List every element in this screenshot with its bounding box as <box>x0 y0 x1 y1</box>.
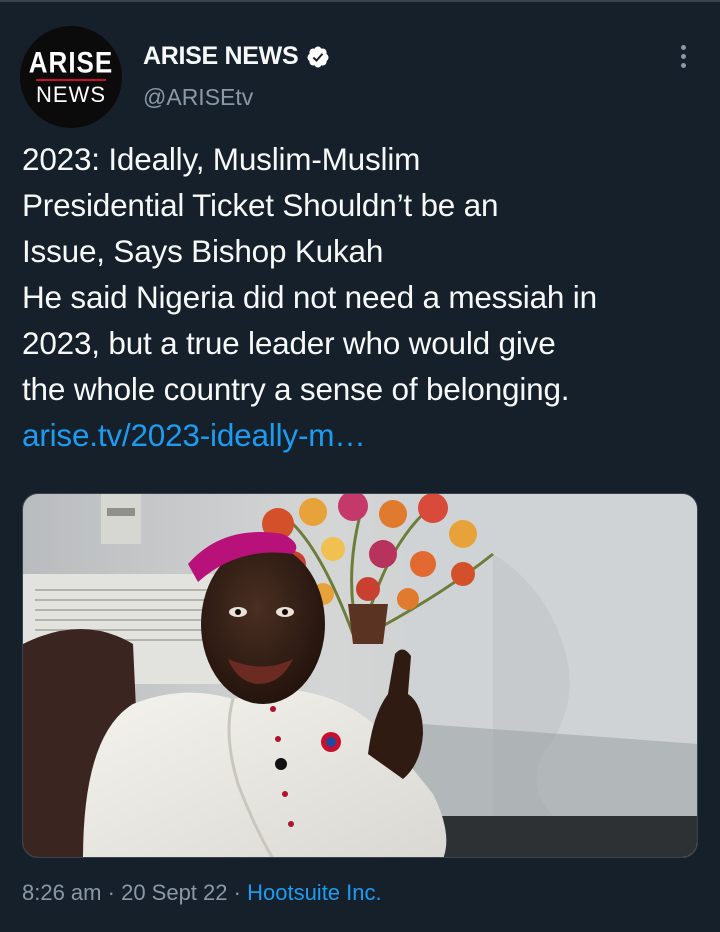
tweet-media-image[interactable] <box>22 493 698 858</box>
tweet-line: Issue, Says Bishop Kukah <box>22 233 384 269</box>
more-dot <box>680 62 686 68</box>
tweet-source[interactable]: Hootsuite Inc. <box>247 880 382 905</box>
meta-separator: · <box>233 880 241 905</box>
tweet-line: 2023, but a true leader who would give <box>22 325 556 361</box>
tweet-line: He said Nigeria did not need a messiah i… <box>22 279 597 315</box>
tweet-line: the whole country a sense of belonging. <box>22 371 570 407</box>
avatar-logo-top: ARISE <box>28 44 114 79</box>
photo-bishop <box>23 494 697 857</box>
tweet-text: 2023: Ideally, Muslim-Muslim Presidentia… <box>22 136 712 458</box>
more-dot <box>680 44 686 50</box>
more-options-icon[interactable] <box>670 40 696 72</box>
tweet-line: Presidential Ticket Shouldn’t be an <box>22 187 499 223</box>
avatar[interactable]: ARISE NEWS <box>20 26 122 128</box>
tweet-date[interactable]: 20 Sept 22 <box>121 880 227 905</box>
verified-badge-icon <box>307 46 329 67</box>
account-handle[interactable]: @ARISEtv <box>143 84 253 111</box>
meta-separator: · <box>107 880 115 905</box>
tweet-time[interactable]: 8:26 am <box>22 880 102 905</box>
tweet-meta: 8:26 am · 20 Sept 22 · Hootsuite Inc. <box>22 880 382 906</box>
avatar-logo-bottom: NEWS <box>36 81 106 107</box>
tweet-line: 2023: Ideally, Muslim-Muslim <box>22 141 421 177</box>
tweet-link[interactable]: arise.tv/2023-ideally-m… <box>22 412 712 458</box>
display-name[interactable]: ARISE NEWS <box>143 42 299 71</box>
more-dot <box>680 53 686 59</box>
top-divider <box>0 0 720 2</box>
author-name-row[interactable]: ARISE NEWS <box>143 42 330 71</box>
